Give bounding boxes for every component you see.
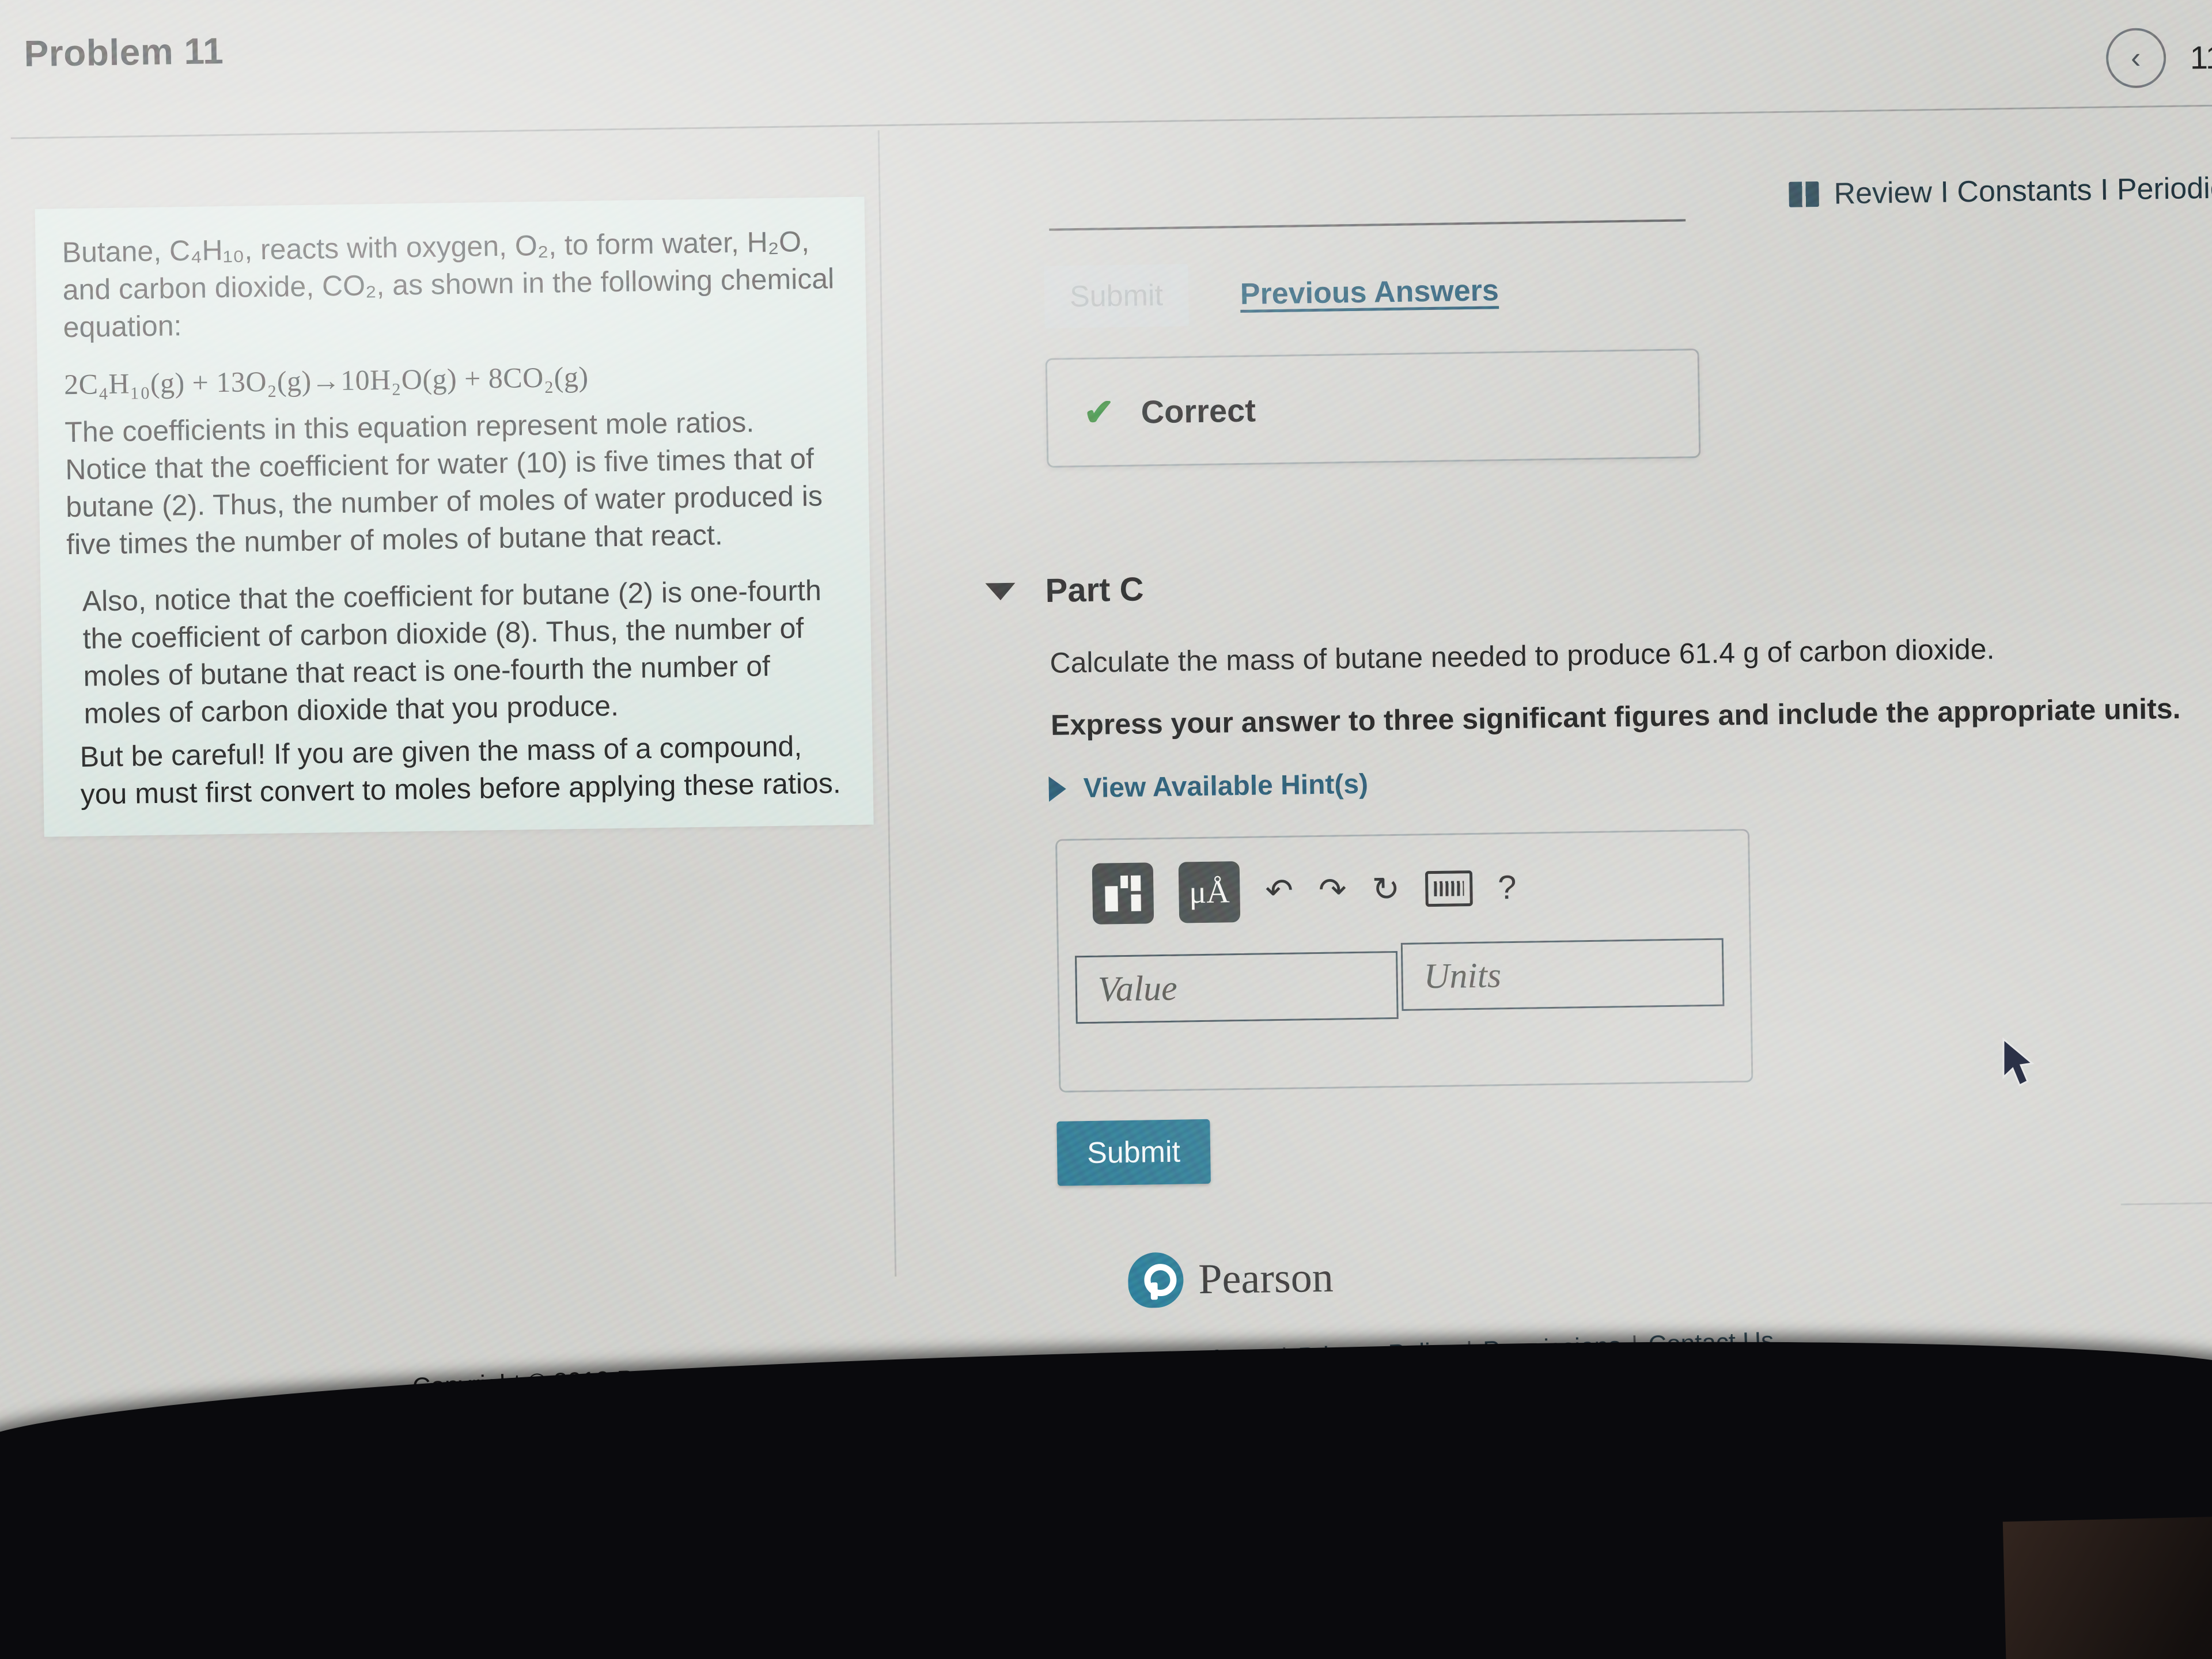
part-c-label: Part C (1045, 570, 1144, 609)
math-toolbar: μÅ ↶ ↷ ↻ ? (1092, 857, 1517, 925)
units-icon[interactable]: μÅ (1178, 861, 1241, 923)
previous-part-actions: Submit Previous Answers (1044, 259, 1499, 328)
units-input[interactable]: Units (1400, 938, 1725, 1011)
previous-part-divider (1049, 219, 1686, 231)
page-title: Problem 11 (24, 30, 224, 75)
right-divider (2120, 1201, 2212, 1206)
value-placeholder: Value (1097, 968, 1178, 1009)
problem-info-panel: Butane, C₄H₁₀, reacts with oxygen, O₂, t… (35, 196, 874, 837)
photographed-screen: Problem 11 ‹ 11 of Butane, C₄H₁₀, reacts… (0, 0, 2212, 1659)
view-hints-label[interactable]: View Available Hint(s) (1083, 768, 1368, 804)
pearson-mark-icon (1127, 1252, 1184, 1308)
view-hints-link[interactable]: View Available Hint(s) (1048, 768, 1368, 805)
pearson-logo: Pearson (1127, 1250, 1334, 1308)
value-input[interactable]: Value (1075, 950, 1399, 1024)
mastering-chemistry-page: Problem 11 ‹ 11 of Butane, C₄H₁₀, reacts… (0, 0, 2212, 1509)
redo-icon[interactable]: ↷ (1319, 871, 1347, 909)
info-paragraph-2: Also, notice that the coefficient for bu… (82, 574, 822, 730)
status-badge: Correct (1141, 392, 1256, 430)
reset-icon[interactable]: ↻ (1372, 870, 1400, 908)
template-icon[interactable] (1092, 862, 1154, 925)
page-header: Problem 11 ‹ 11 of (0, 0, 2212, 143)
part-c-question: Calculate the mass of butane needed to p… (1050, 632, 1995, 679)
info-intro: Butane, C₄H₁₀, reacts with oxygen, O₂, t… (62, 225, 835, 344)
mouse-cursor (2002, 1037, 2035, 1087)
part-c-instruction: Express your answer to three significant… (1050, 692, 2181, 741)
help-icon[interactable]: ? (1498, 869, 1517, 906)
previous-answers-link[interactable]: Previous Answers (1240, 273, 1499, 312)
answer-entry-box: μÅ ↶ ↷ ↻ ? Value Units (1055, 828, 1753, 1093)
review-constants-links[interactable]: Review I Constants I Periodic (1789, 171, 2212, 212)
review-constants-label[interactable]: Review I Constants I Periodic (1834, 171, 2212, 211)
part-c-header[interactable]: Part C (985, 570, 1144, 611)
submit-button[interactable]: Submit (1056, 1119, 1211, 1186)
undo-icon[interactable]: ↶ (1265, 872, 1294, 910)
header-divider (10, 104, 2212, 139)
submit-button-disabled: Submit (1044, 264, 1189, 328)
monitor-screen: Problem 11 ‹ 11 of Butane, C₄H₁₀, reacts… (0, 0, 2212, 1509)
answer-fields: Value Units (1075, 938, 1725, 1024)
caret-down-icon[interactable] (985, 582, 1016, 601)
book-icon (1789, 181, 1819, 207)
pager-count: 11 of (2190, 38, 2212, 75)
info-paragraph-3: But be careful! If you are given the mas… (79, 730, 842, 810)
check-icon: ✔ (1083, 391, 1115, 433)
column-divider (877, 130, 897, 1277)
pearson-wordmark: Pearson (1198, 1253, 1334, 1303)
units-icon-label: μÅ (1188, 874, 1230, 911)
chemical-equation: 2C₄H₁₀(g) + 13O₂(g)→10H₂O(g) + 8CO₂(g) (63, 360, 589, 401)
keyboard-icon[interactable] (1425, 870, 1473, 907)
caret-right-icon (1048, 775, 1067, 802)
chevron-left-icon[interactable]: ‹ (2105, 28, 2166, 89)
units-placeholder: Units (1423, 955, 1502, 996)
problem-pager: ‹ 11 of (2105, 26, 2212, 89)
correct-status-box: ✔ Correct (1045, 349, 1701, 468)
info-paragraph-1: The coefficients in this equation repres… (64, 406, 823, 561)
